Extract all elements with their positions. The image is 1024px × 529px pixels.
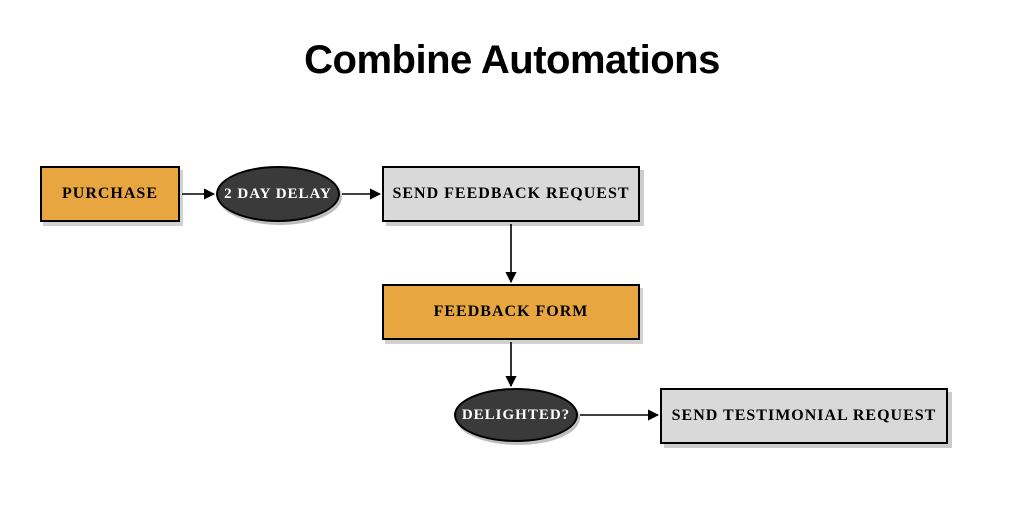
node-feedback-form: FEEDBACK FORM: [382, 284, 640, 340]
node-send-testimonial: SEND TESTIMONIAL REQUEST: [660, 388, 948, 444]
node-feedback-form-label: FEEDBACK FORM: [434, 303, 589, 321]
node-delay: 2 DAY DELAY: [216, 166, 340, 222]
node-send-feedback: SEND FEEDBACK REQUEST: [382, 166, 640, 222]
node-send-feedback-label: SEND FEEDBACK REQUEST: [392, 185, 629, 203]
node-delighted: DELIGHTED?: [454, 388, 578, 442]
node-delighted-label: DELIGHTED?: [462, 407, 570, 424]
page-title: Combine Automations: [0, 38, 1024, 83]
node-purchase-label: PURCHASE: [62, 185, 158, 203]
node-purchase: PURCHASE: [40, 166, 180, 222]
node-send-testimonial-label: SEND TESTIMONIAL REQUEST: [672, 407, 937, 425]
diagram-canvas: Combine Automations PURCHASE 2 DAY DELAY…: [0, 0, 1024, 529]
node-delay-label: 2 DAY DELAY: [224, 186, 332, 203]
